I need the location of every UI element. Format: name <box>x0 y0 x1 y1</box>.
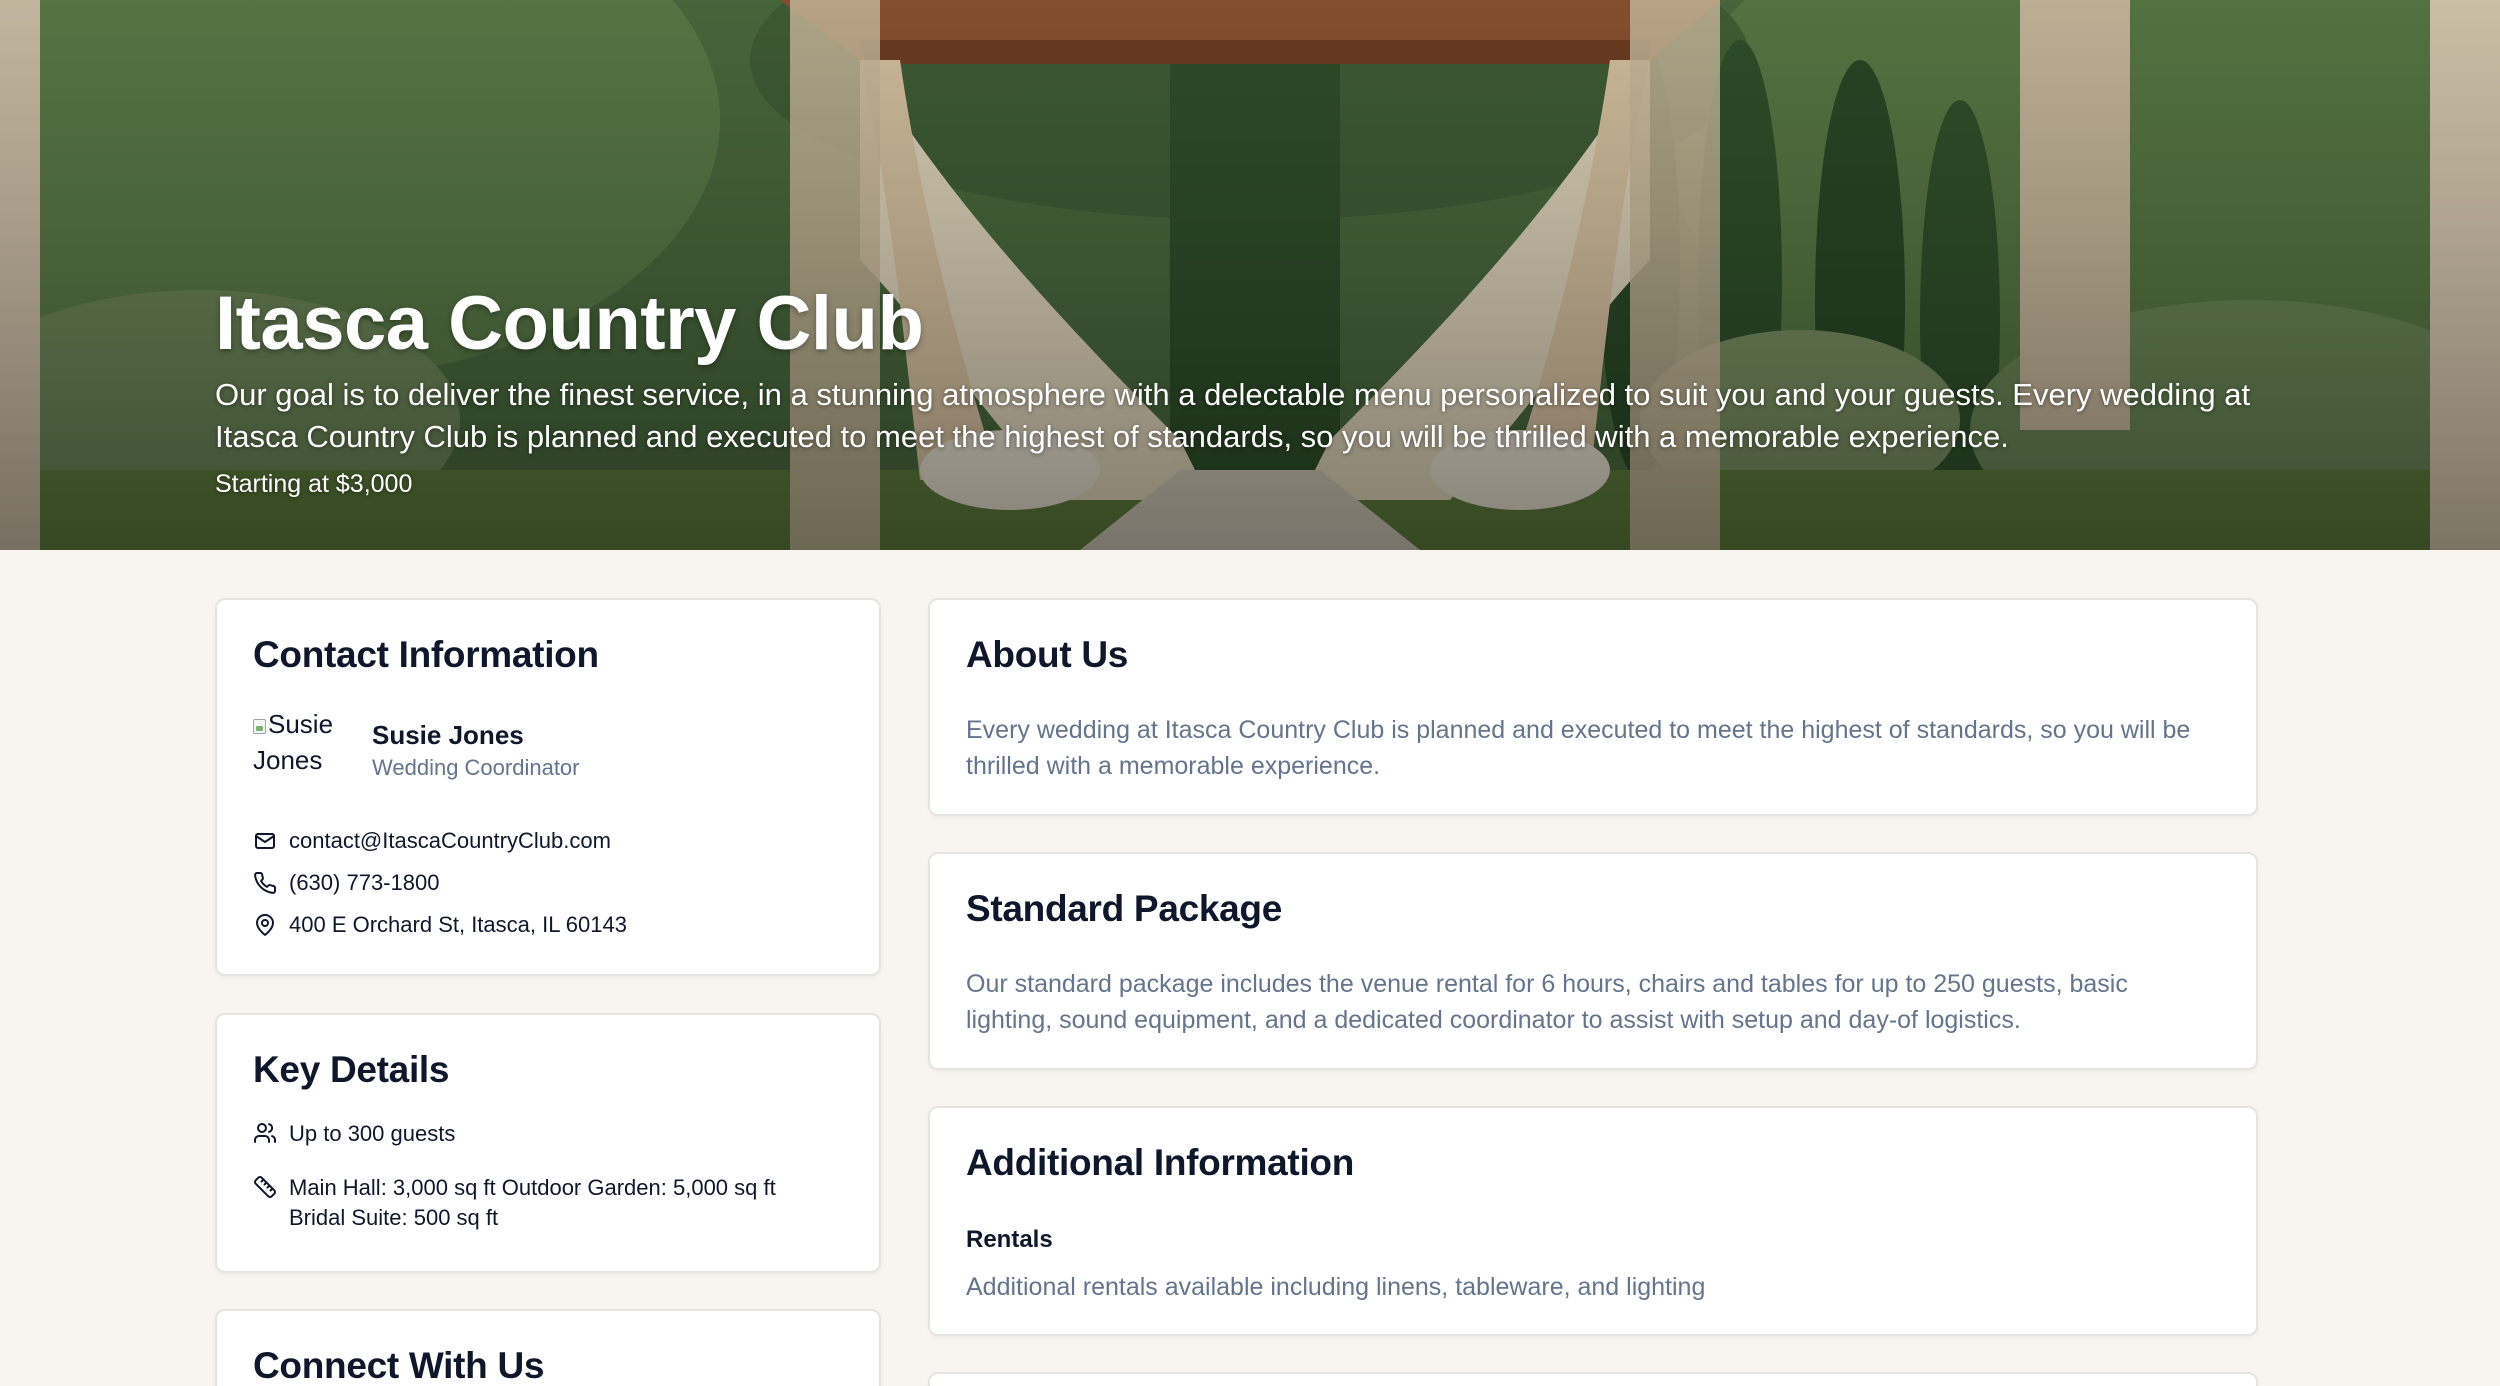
hero-banner: Itasca Country Club Our goal is to deliv… <box>0 0 2500 550</box>
ruler-icon <box>254 1176 276 1198</box>
spaces-text: Main Hall: 3,000 sq ft Outdoor Garden: 5… <box>289 1175 776 1230</box>
hero-text-block: Itasca Country Club Our goal is to deliv… <box>215 278 2295 500</box>
contact-email[interactable]: contact@ItascaCountryClub.com <box>289 826 611 856</box>
venue-title: Itasca Country Club <box>215 281 924 366</box>
contact-phone[interactable]: (630) 773-1800 <box>289 868 439 898</box>
connect-card: Connect With Us <box>215 1309 881 1386</box>
coordinator: Susie Jones Susie Jones Wedding Coordina… <box>253 706 843 784</box>
map-pin-icon <box>256 914 274 936</box>
additional-info-card: Additional Information Rentals Additiona… <box>928 1106 2258 1336</box>
avatar: Susie Jones <box>253 706 353 780</box>
phone-icon <box>254 871 277 894</box>
users-icon <box>254 1123 277 1143</box>
contact-card: Contact Information Susie Jones Susie Jo… <box>215 598 881 976</box>
contact-address: 400 E Orchard St, Itasca, IL 60143 <box>289 912 627 937</box>
contact-address-row: 400 E Orchard St, Itasca, IL 60143 <box>253 904 843 946</box>
spaces-row: Main Hall: 3,000 sq ft Outdoor Garden: 5… <box>253 1173 843 1233</box>
broken-image-icon <box>253 719 266 734</box>
venue-description: Our goal is to deliver the finest servic… <box>215 377 2251 454</box>
key-details-card: Key Details Up to 300 guests Main Hall: … <box>215 1013 881 1273</box>
coordinator-info: Susie Jones Wedding Coordinator <box>372 718 580 784</box>
starting-price: Starting at $3,000 <box>215 470 413 498</box>
contact-heading: Contact Information <box>253 634 599 675</box>
package-heading: Standard Package <box>966 888 1283 929</box>
capacity-text: Up to 300 guests <box>289 1121 456 1146</box>
package-text: Our standard package includes the venue … <box>966 970 2128 1034</box>
rentals-heading: Rentals <box>966 1226 1053 1253</box>
mail-icon <box>255 833 275 849</box>
next-section-card <box>928 1372 2258 1386</box>
standard-package-card: Standard Package Our standard package in… <box>928 852 2258 1070</box>
coordinator-role: Wedding Coordinator <box>372 755 580 780</box>
about-card: About Us Every wedding at Itasca Country… <box>928 598 2258 816</box>
capacity-row: Up to 300 guests <box>253 1119 843 1149</box>
rentals-text: Additional rentals available including l… <box>966 1273 1706 1301</box>
contact-list: contact@ItascaCountryClub.com (630) 773-… <box>253 820 843 946</box>
key-details-heading: Key Details <box>253 1049 450 1090</box>
coordinator-name: Susie Jones <box>372 720 524 750</box>
about-text: Every wedding at Itasca Country Club is … <box>966 716 2191 780</box>
contact-email-row[interactable]: contact@ItascaCountryClub.com <box>253 820 843 862</box>
contact-phone-row[interactable]: (630) 773-1800 <box>253 862 843 904</box>
connect-heading: Connect With Us <box>253 1345 545 1386</box>
about-heading: About Us <box>966 634 1129 675</box>
additional-heading: Additional Information <box>966 1142 1355 1183</box>
